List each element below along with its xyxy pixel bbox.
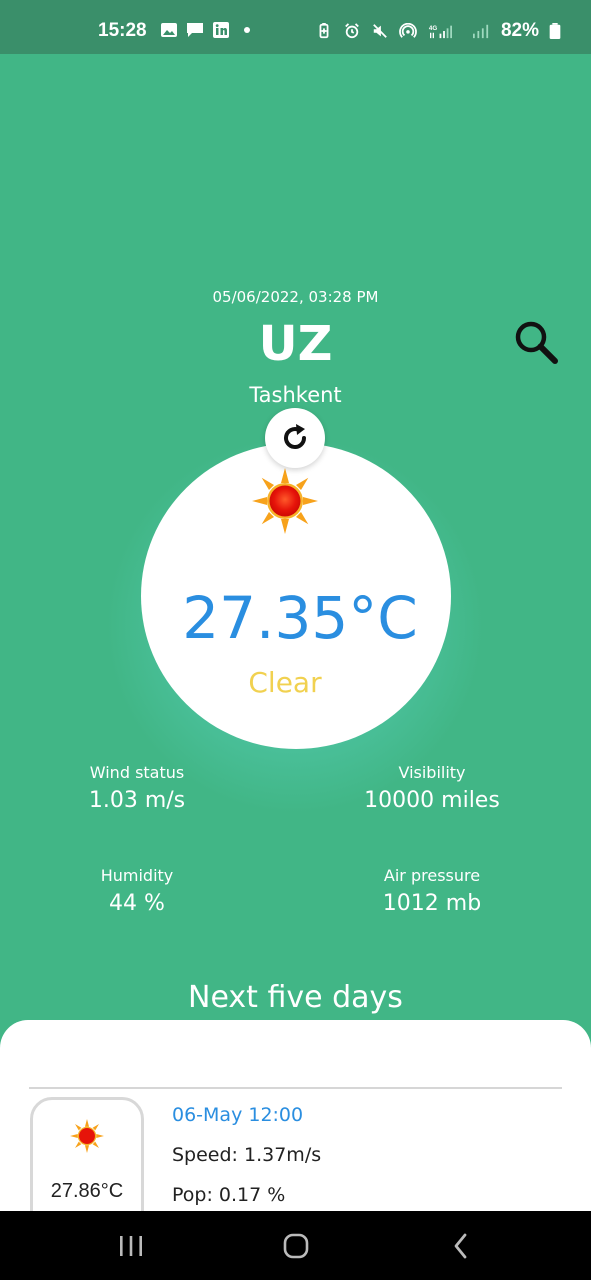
visibility-value: 10000 miles — [364, 788, 500, 813]
battery-icon — [549, 23, 561, 39]
signal-4g-icon: 4G — [429, 25, 452, 39]
notification-icons — [160, 22, 256, 38]
mute-icon — [373, 24, 387, 38]
message-icon — [187, 23, 203, 37]
search-icon — [515, 321, 558, 364]
forecast-temperature: 27.86°C — [50, 1180, 124, 1202]
forecast-pop: Pop: 0.17 % — [172, 1184, 286, 1206]
country-code: UZ — [258, 316, 333, 372]
sun-icon — [69, 1118, 105, 1154]
status-time: 15:28 — [98, 20, 147, 41]
back-button[interactable] — [441, 1229, 481, 1263]
sun-icon — [250, 466, 320, 536]
signal-icon — [472, 24, 489, 39]
wind-value: 1.03 m/s — [88, 788, 186, 813]
divider — [29, 1087, 562, 1089]
wind-stat: Wind status 1.03 m/s — [72, 763, 202, 813]
weather-condition: Clear — [248, 666, 322, 699]
refresh-icon — [284, 424, 306, 449]
visibility-label: Visibility — [398, 763, 466, 782]
humidity-value: 44 % — [109, 891, 165, 916]
refresh-button[interactable] — [265, 408, 325, 468]
forecast-date: 06-May 12:00 — [172, 1104, 304, 1126]
linkedin-icon — [213, 22, 229, 38]
system-icons: 4G 82% — [315, 20, 561, 42]
forecast-speed: Speed: 1.37m/s — [172, 1144, 322, 1166]
battery-percentage: 82% — [500, 20, 539, 41]
home-button[interactable] — [276, 1229, 316, 1263]
visibility-stat: Visibility 10000 miles — [342, 763, 522, 813]
home-icon — [283, 1233, 309, 1259]
alarm-icon — [345, 23, 359, 39]
city-name: Tashkent — [249, 383, 342, 407]
wind-label: Wind status — [89, 763, 185, 782]
pressure-value: 1012 mb — [382, 891, 482, 916]
current-datetime: 05/06/2022, 03:28 PM — [212, 288, 379, 306]
svg-text:4G: 4G — [429, 25, 437, 32]
search-button[interactable] — [512, 318, 560, 366]
image-icon — [161, 23, 177, 37]
pressure-stat: Air pressure 1012 mb — [352, 866, 512, 916]
back-icon — [454, 1233, 467, 1259]
navigation-bar — [0, 1211, 591, 1280]
battery-saver-icon — [319, 23, 329, 39]
humidity-label: Humidity — [100, 866, 174, 885]
humidity-stat: Humidity 44 % — [72, 866, 202, 916]
dot-icon — [244, 27, 250, 33]
forecast-title: Next five days — [188, 980, 403, 1015]
hotspot-icon — [399, 23, 417, 38]
pressure-label: Air pressure — [383, 866, 481, 885]
recent-apps-button[interactable] — [111, 1229, 151, 1263]
recent-apps-icon — [120, 1236, 142, 1256]
current-temperature: 27.35°C — [182, 584, 418, 652]
status-bar: 15:28 4G 82% — [0, 0, 591, 54]
